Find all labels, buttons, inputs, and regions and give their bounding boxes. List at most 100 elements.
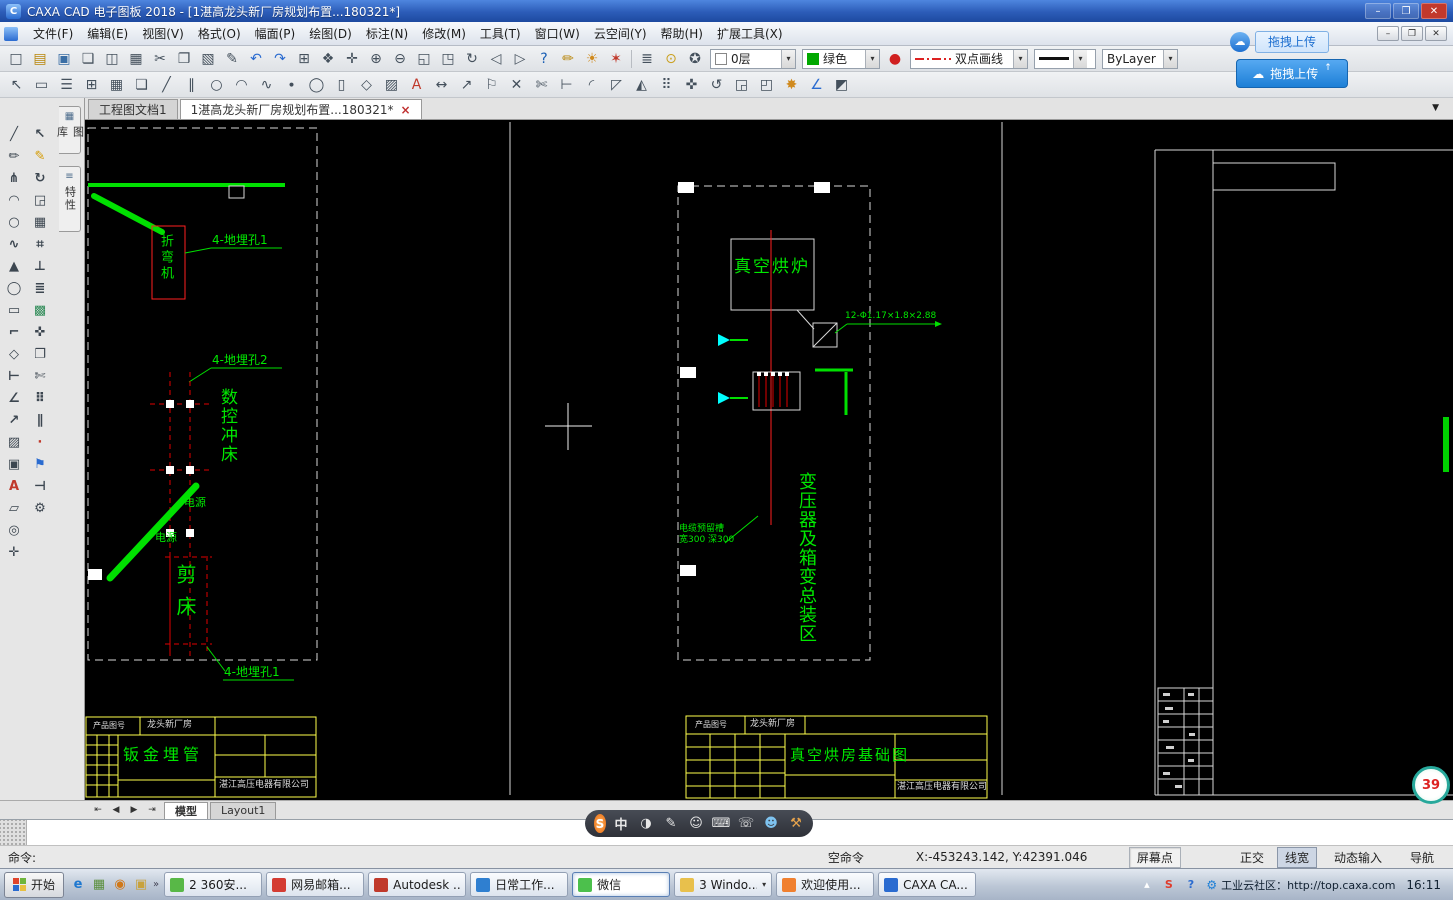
layer-manager-icon[interactable]: ≣: [635, 48, 659, 70]
bylayer-combo[interactable]: ByLayer ▾: [1102, 49, 1178, 69]
offset-tool-icon[interactable]: ∥: [29, 410, 51, 430]
taskbar-app-button[interactable]: Autodesk ...: [368, 872, 466, 897]
menu-item[interactable]: 扩展工具(X): [710, 24, 790, 44]
media-icon[interactable]: ◉: [111, 876, 129, 894]
move-icon[interactable]: ✜: [679, 74, 704, 96]
render-icon[interactable]: ☀: [580, 48, 604, 70]
magnifier-tool-icon[interactable]: ◎: [3, 520, 25, 540]
first-tab-button[interactable]: ⇤: [90, 803, 106, 818]
save-icon[interactable]: ▣: [52, 48, 76, 70]
trim-icon[interactable]: ✄: [529, 74, 554, 96]
ellipse-tool-icon[interactable]: ◯: [3, 278, 25, 298]
ortho-toggle[interactable]: 正交: [1233, 848, 1271, 867]
explode-icon[interactable]: ✸: [779, 74, 804, 96]
redo-icon[interactable]: ↷: [268, 48, 292, 70]
prev-tab-button[interactable]: ◀: [108, 803, 124, 818]
pick-mode-toggle[interactable]: 屏幕点: [1129, 847, 1181, 868]
leader-tool-icon[interactable]: ↗: [3, 410, 25, 430]
break-icon[interactable]: ✕: [504, 74, 529, 96]
trim-tool-icon[interactable]: ✄: [29, 366, 51, 386]
keyboard-icon[interactable]: ⌨: [713, 814, 729, 833]
drag-upload-button-large[interactable]: ☁ 拖拽上传 ↑: [1236, 59, 1348, 88]
scale-tool-icon[interactable]: ◲: [29, 190, 51, 210]
dynamic-input-toggle[interactable]: 动态输入: [1327, 848, 1389, 867]
taskbar-app-button[interactable]: CAXA CA...: [878, 872, 976, 897]
ie-icon[interactable]: e: [69, 876, 87, 894]
community-ticker[interactable]: ⚙ 工业云社区：http://top.caxa.com: [1206, 877, 1395, 893]
lineweight-toggle[interactable]: 线宽: [1277, 847, 1317, 868]
symbol-icon[interactable]: ⚐: [479, 74, 504, 96]
menu-item[interactable]: 标注(N): [359, 24, 415, 44]
arc-tool-icon[interactable]: ◠: [3, 190, 25, 210]
undo-icon[interactable]: ↶: [244, 48, 268, 70]
area-icon[interactable]: ◩: [829, 74, 854, 96]
ruler-tool-icon[interactable]: ⊣: [29, 476, 51, 496]
chamfer-icon[interactable]: ◸: [604, 74, 629, 96]
mdi-minimize-button[interactable]: –: [1377, 26, 1399, 41]
copy-tool-icon[interactable]: ❐: [29, 344, 51, 364]
grid-tool-icon[interactable]: ▦: [29, 212, 51, 232]
parallel-line-icon[interactable]: ∥: [179, 74, 204, 96]
settings-tool-icon[interactable]: ⚙: [29, 498, 51, 518]
document-tab[interactable]: 1湛高龙头新厂房规划布置...180321* ×: [180, 99, 422, 119]
text-icon[interactable]: A: [404, 74, 429, 96]
close-tab-icon[interactable]: ×: [401, 103, 411, 117]
lineweight-combo[interactable]: ▾: [1034, 49, 1096, 69]
nav-toggle[interactable]: 导航: [1403, 848, 1441, 867]
select-tool-icon[interactable]: ↖: [29, 124, 51, 144]
panel-tab-properties[interactable]: ≡ 特性: [59, 166, 81, 232]
menu-item[interactable]: 文件(F): [26, 24, 80, 44]
new-icon[interactable]: □: [4, 48, 28, 70]
flag-tool-icon[interactable]: ⚑: [29, 454, 51, 474]
pencil-tool-icon[interactable]: ✏: [3, 146, 25, 166]
palette-icon[interactable]: ✶: [604, 48, 628, 70]
command-prompt[interactable]: 命令:: [0, 849, 36, 866]
spline-icon[interactable]: ∿: [254, 74, 279, 96]
explorer-icon[interactable]: ▣: [132, 876, 150, 894]
sogou-logo-icon[interactable]: S: [594, 814, 606, 833]
spline-tool-icon[interactable]: ∿: [3, 234, 25, 254]
mdi-close-button[interactable]: ✕: [1425, 26, 1447, 41]
fillet-icon[interactable]: ◜: [579, 74, 604, 96]
document-tab[interactable]: 工程图文档1: [88, 99, 178, 119]
sheet-icon[interactable]: ❏: [129, 74, 154, 96]
command-panel-grip[interactable]: [0, 820, 27, 845]
format-painter-icon[interactable]: ✎: [220, 48, 244, 70]
parts-list-icon[interactable]: ⊞: [79, 74, 104, 96]
pan-icon[interactable]: ✛: [340, 48, 364, 70]
line-tool-icon[interactable]: ╱: [3, 124, 25, 144]
erase-tool-icon[interactable]: ▱: [3, 498, 25, 518]
document-icon[interactable]: [4, 27, 18, 41]
layer-lock-icon[interactable]: ✪: [683, 48, 707, 70]
ellipse-icon[interactable]: ◯: [304, 74, 329, 96]
taskbar-app-button[interactable]: 欢迎使用...: [776, 872, 874, 897]
next-view-icon[interactable]: ▷: [508, 48, 532, 70]
menu-item[interactable]: 绘图(D): [302, 24, 359, 44]
title-block-icon[interactable]: ☰: [54, 74, 79, 96]
zoom-out-icon[interactable]: ⊖: [388, 48, 412, 70]
menu-item[interactable]: 修改(M): [415, 24, 473, 44]
swatch-tool-icon[interactable]: ▩: [29, 300, 51, 320]
zoom-window-icon[interactable]: ◱: [412, 48, 436, 70]
copy-icon[interactable]: ❐: [172, 48, 196, 70]
open-icon[interactable]: ▤: [28, 48, 52, 70]
mirror-tool-icon[interactable]: ▲: [3, 256, 25, 276]
layout-tab[interactable]: 模型: [164, 802, 208, 819]
menu-item[interactable]: 格式(O): [191, 24, 248, 44]
color-combo[interactable]: 绿色 ▾: [802, 49, 880, 69]
style-edit-icon[interactable]: ✏: [556, 48, 580, 70]
help-icon[interactable]: ?: [532, 48, 556, 70]
zoom-all-icon[interactable]: ◳: [436, 48, 460, 70]
cloud-community-badge[interactable]: 39: [1412, 766, 1450, 804]
hatch-icon[interactable]: ▨: [379, 74, 404, 96]
prev-view-icon[interactable]: ◁: [484, 48, 508, 70]
ole-object-icon[interactable]: ⊞: [292, 48, 316, 70]
taskbar-app-button[interactable]: 3 Windo... ▾: [674, 872, 772, 897]
measure-icon[interactable]: ∠: [804, 74, 829, 96]
mirror-icon[interactable]: ◭: [629, 74, 654, 96]
emoji-icon[interactable]: ☺: [688, 814, 704, 833]
dimension-icon[interactable]: ↔: [429, 74, 454, 96]
menu-item[interactable]: 幅面(P): [248, 24, 303, 44]
toolbox-icon[interactable]: ⚒: [788, 814, 804, 833]
quick-launch-chevron-icon[interactable]: »: [153, 879, 159, 890]
